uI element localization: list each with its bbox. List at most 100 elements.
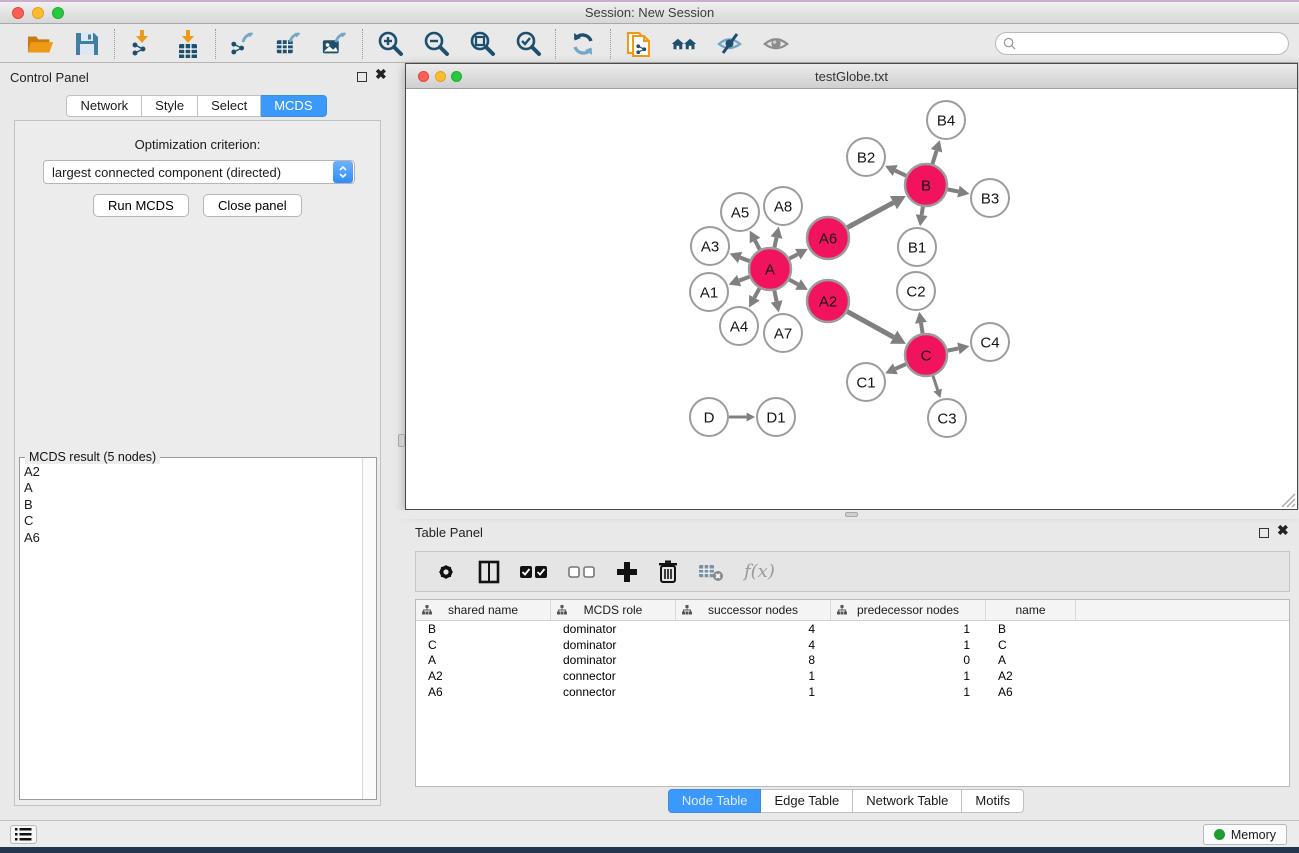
close-table-panel-icon[interactable]: ✖ <box>1277 525 1289 535</box>
graph-edge-C-C4[interactable] <box>948 348 959 350</box>
export-image-icon[interactable] <box>321 30 349 58</box>
run-mcds-button[interactable]: Run MCDS <box>93 194 189 217</box>
refresh-layout-icon[interactable] <box>569 30 597 58</box>
graph-edge-B-B4[interactable] <box>932 151 936 164</box>
search-box[interactable] <box>995 32 1289 55</box>
graph-edge-A-A3[interactable] <box>740 258 749 262</box>
horizontal-splitter-handle[interactable] <box>845 512 858 517</box>
tab-network-table[interactable]: Network Table <box>853 789 962 813</box>
graph-node-C1[interactable]: C1 <box>847 363 885 401</box>
open-session-icon[interactable] <box>27 30 55 58</box>
mcds-result-item[interactable]: A2 <box>24 464 362 480</box>
zoom-in-icon[interactable] <box>376 30 404 58</box>
tab-mcds[interactable]: MCDS <box>261 95 326 117</box>
graph-node-C4[interactable]: C4 <box>971 323 1009 361</box>
graph-node-B3[interactable]: B3 <box>971 179 1009 217</box>
task-history-button[interactable] <box>10 825 37 844</box>
import-table-icon[interactable] <box>174 30 202 58</box>
zoom-selected-icon[interactable] <box>514 30 542 58</box>
network-canvas[interactable]: B4 B2 B B3 A8A5 A6 A3 B1 A C2 A1 A2 A4A7 C4 C C1 C3 D D1 <box>406 89 1297 509</box>
add-column-icon[interactable] <box>616 561 638 583</box>
graph-node-A4[interactable]: A4 <box>720 307 758 345</box>
network-window-titlebar[interactable]: testGlobe.txt <box>406 64 1297 89</box>
column-header-predecessor-nodes[interactable]: predecessor nodes <box>831 600 986 620</box>
select-all-icon[interactable] <box>520 565 548 579</box>
column-header-successor-nodes[interactable]: successor nodes <box>676 600 831 620</box>
graph-edge-A-A6[interactable] <box>789 254 797 259</box>
table-row[interactable]: A6connector11A6 <box>416 684 1289 700</box>
graph-node-A[interactable]: A <box>749 248 791 290</box>
result-scrollbar[interactable] <box>362 458 376 799</box>
delete-table-icon[interactable] <box>698 562 724 582</box>
first-neighbors-icon[interactable] <box>670 30 698 58</box>
float-panel-icon[interactable] <box>357 72 367 82</box>
graph-node-C[interactable]: C <box>905 334 947 376</box>
graph-edge-B-B1[interactable] <box>922 207 923 215</box>
tab-edge-table[interactable]: Edge Table <box>761 789 853 813</box>
graph-edge-A-A1[interactable] <box>739 277 749 281</box>
function-builder-icon[interactable]: f(x) <box>744 561 775 582</box>
graph-node-A8[interactable]: A8 <box>764 187 802 225</box>
mcds-result-list[interactable]: A2ABCA6 <box>20 459 362 799</box>
mcds-result-item[interactable]: A <box>24 480 362 496</box>
table-row[interactable]: Bdominator41B <box>416 621 1289 637</box>
graph-edge-A-A5[interactable] <box>755 240 760 249</box>
tab-select[interactable]: Select <box>198 95 261 117</box>
graph-node-D[interactable]: D <box>690 398 728 436</box>
toggle-panes-icon[interactable] <box>478 560 500 584</box>
graph-node-A7[interactable]: A7 <box>764 314 802 352</box>
tab-style[interactable]: Style <box>142 95 198 117</box>
graph-node-C3[interactable]: C3 <box>928 399 966 437</box>
graph-node-A6[interactable]: A6 <box>807 217 849 259</box>
graph-edge-A-A8[interactable] <box>774 238 776 248</box>
column-header-shared-name[interactable]: shared name <box>416 600 551 620</box>
graph-node-B1[interactable]: B1 <box>898 228 936 266</box>
table-settings-icon[interactable] <box>434 560 458 584</box>
graph-node-B[interactable]: B <box>905 164 947 206</box>
memory-button[interactable]: Memory <box>1203 824 1287 845</box>
mcds-result-item[interactable]: A6 <box>24 530 362 546</box>
table-row[interactable]: Cdominator41C <box>416 637 1289 653</box>
export-table-icon[interactable] <box>275 30 303 58</box>
export-network-icon[interactable] <box>229 30 257 58</box>
close-panel-icon[interactable]: ✖ <box>375 69 387 79</box>
show-all-icon[interactable] <box>762 30 790 58</box>
mcds-result-item[interactable]: C <box>24 513 362 529</box>
hide-selected-icon[interactable] <box>716 30 744 58</box>
graph-node-D1[interactable]: D1 <box>757 398 795 436</box>
graph-node-B4[interactable]: B4 <box>927 101 965 139</box>
column-header-MCDS-role[interactable]: MCDS role <box>551 600 676 620</box>
graph-node-A3[interactable]: A3 <box>691 227 729 265</box>
horizontal-splitter[interactable] <box>393 510 1299 519</box>
new-network-from-selection-icon[interactable] <box>624 30 652 58</box>
vertical-splitter-handle[interactable] <box>398 434 405 447</box>
graph-edge-A-A7[interactable] <box>774 291 776 302</box>
graph-edge-B-B2[interactable] <box>895 171 906 176</box>
mcds-result-item[interactable]: B <box>24 497 362 513</box>
float-table-panel-icon[interactable] <box>1259 528 1269 538</box>
graph-edge-B-B3[interactable] <box>948 189 959 191</box>
table-row[interactable]: A2connector11A2 <box>416 668 1289 684</box>
zoom-fit-icon[interactable] <box>468 30 496 58</box>
graph-node-C2[interactable]: C2 <box>897 272 935 310</box>
tab-network[interactable]: Network <box>66 95 142 117</box>
graph-edge-C-C2[interactable] <box>921 323 923 333</box>
search-input[interactable] <box>1021 37 1288 51</box>
graph-edge-A6-B[interactable] <box>847 203 893 228</box>
close-panel-button[interactable]: Close panel <box>203 194 302 217</box>
graph-edge-C-C1[interactable] <box>895 364 906 369</box>
graph-node-B2[interactable]: B2 <box>847 138 885 176</box>
graph-node-A5[interactable]: A5 <box>721 193 759 231</box>
table-row[interactable]: Adominator80A <box>416 653 1289 669</box>
tab-node-table[interactable]: Node Table <box>668 789 762 813</box>
zoom-out-icon[interactable] <box>422 30 450 58</box>
resize-grip-icon[interactable] <box>1278 490 1296 508</box>
graph-edge-A-A4[interactable] <box>754 288 759 297</box>
graph-node-A1[interactable]: A1 <box>690 273 728 311</box>
graph-edge-A-A2[interactable] <box>789 280 798 285</box>
graph-edge-C-C3[interactable] <box>933 376 938 390</box>
delete-columns-icon[interactable] <box>658 560 678 584</box>
graph-node-A2[interactable]: A2 <box>807 280 849 322</box>
import-network-icon[interactable] <box>128 30 156 58</box>
tab-motifs[interactable]: Motifs <box>962 789 1024 813</box>
